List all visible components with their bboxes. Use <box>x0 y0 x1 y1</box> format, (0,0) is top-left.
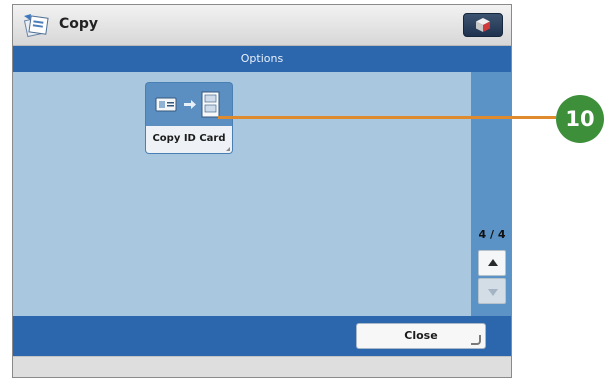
return-arrow-icon <box>471 335 481 345</box>
status-monitor-icon <box>476 18 490 32</box>
copy-id-card-label: Copy ID Card <box>146 126 232 153</box>
device-screen: Copy Options Copy ID Card 4 / 4 Close <box>12 4 512 378</box>
close-button[interactable]: Close <box>356 323 486 349</box>
options-panel: Copy ID Card <box>13 72 471 316</box>
app-title: Copy <box>59 16 99 32</box>
callout-line <box>218 116 556 119</box>
arrow-up-icon <box>488 259 498 266</box>
close-label: Close <box>404 329 438 342</box>
bottom-bar: Close <box>13 316 511 356</box>
arrow-down-icon <box>488 289 498 296</box>
options-header: Options <box>13 46 511 72</box>
scroll-up-button[interactable] <box>478 250 506 276</box>
callout-badge: 10 <box>556 95 604 143</box>
status-bar <box>13 356 511 377</box>
status-monitor-button[interactable] <box>463 13 503 37</box>
corner-arrow-icon <box>226 147 230 151</box>
page-indicator: 4 / 4 <box>478 228 506 241</box>
copy-app-icon <box>23 14 49 38</box>
id-card-copy-icon <box>155 91 220 118</box>
scroll-down-button[interactable] <box>478 278 506 304</box>
title-bar: Copy <box>13 5 511 46</box>
